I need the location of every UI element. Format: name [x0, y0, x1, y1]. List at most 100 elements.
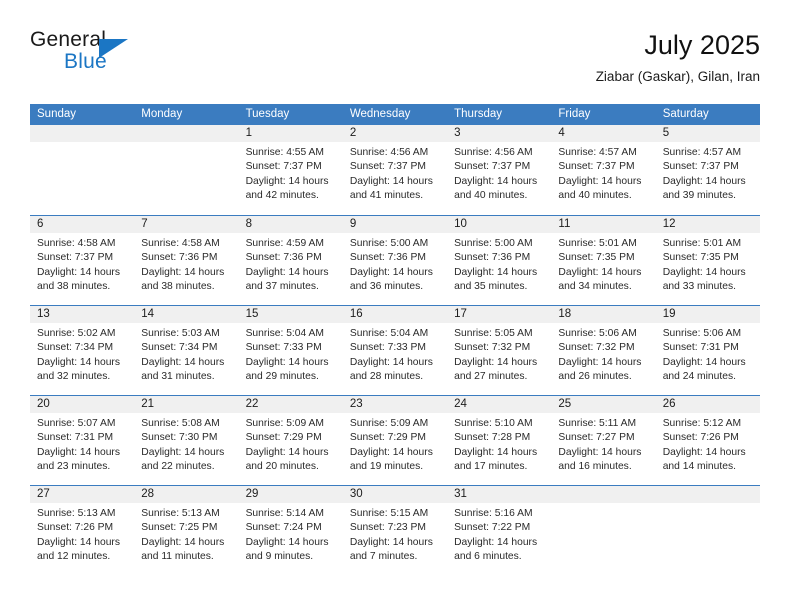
day-number: 25	[558, 398, 572, 410]
day-cell-8[interactable]: 8 Sunrise: 4:59 AM Sunset: 7:36 PM Daylight…	[239, 216, 343, 305]
sun-info-line: Daylight: 14 hours	[454, 446, 538, 458]
sun-info-line: Sunset: 7:26 PM	[37, 522, 114, 534]
calendar-week-row: 1 Sunrise: 4:55 AM Sunset: 7:37 PM Daylight…	[30, 125, 760, 215]
sun-info-line: and 27 minutes.	[454, 371, 528, 383]
day-cell-29[interactable]: 29 Sunrise: 5:14 AM Sunset: 7:24 PM Dayligh…	[239, 486, 343, 575]
sun-info-line: Sunrise: 4:57 AM	[558, 147, 637, 158]
sun-info: Sunrise: 4:57 AM Sunset: 7:37 PM Daylight:…	[558, 146, 652, 204]
day-cell-1[interactable]: 1 Sunrise: 4:55 AM Sunset: 7:37 PM Daylight…	[239, 125, 343, 215]
sun-info: Sunrise: 5:15 AM Sunset: 7:23 PM Daylight:…	[350, 507, 444, 565]
day-cell-27[interactable]: 27 Sunrise: 5:13 AM Sunset: 7:26 PM Dayligh…	[30, 486, 134, 575]
sun-info-line: Sunrise: 5:15 AM	[349, 508, 429, 519]
day-cell-2[interactable]: 2 Sunrise: 4:56 AM Sunset: 7:37 PM Daylight…	[343, 125, 447, 215]
day-cell-28[interactable]: 28 Sunrise: 5:13 AM Sunset: 7:25 PM Dayligh…	[134, 486, 238, 575]
day-cell-15[interactable]: 15 Sunrise: 5:04 AM Sunset: 7:33 PM Dayligh…	[239, 306, 343, 395]
sun-info: Sunrise: 4:56 AM Sunset: 7:37 PM Daylight:…	[350, 146, 444, 204]
weekday-header-wednesday: Wednesday	[349, 108, 411, 120]
sun-info-line: Sunrise: 5:00 AM	[349, 238, 429, 249]
day-cell-11[interactable]: 11 Sunrise: 5:01 AM Sunset: 7:35 PM Dayligh…	[551, 216, 655, 305]
sun-info-line: Sunset: 7:37 PM	[454, 161, 531, 173]
sun-info-line: and 20 minutes.	[245, 461, 319, 473]
sun-info-line: Daylight: 14 hours	[349, 446, 433, 458]
day-number: 29	[245, 488, 259, 500]
sun-info-line: Daylight: 14 hours	[662, 446, 746, 458]
sun-info-line: and 41 minutes.	[349, 190, 424, 202]
sun-info-line: Daylight: 14 hours	[349, 356, 433, 368]
day-cell-17[interactable]: 17 Sunrise: 5:05 AM Sunset: 7:32 PM Dayligh…	[447, 306, 551, 395]
day-cell-18[interactable]: 18 Sunrise: 5:06 AM Sunset: 7:32 PM Dayligh…	[551, 306, 655, 395]
sun-info-line: Sunrise: 5:09 AM	[245, 418, 324, 429]
day-cell-6[interactable]: 6 Sunrise: 4:58 AM Sunset: 7:37 PM Daylight…	[30, 216, 134, 305]
page-title: July 2025	[644, 30, 760, 60]
sun-info-line: and 39 minutes.	[662, 190, 736, 202]
day-number: 6	[37, 218, 44, 230]
sun-info-line: Daylight: 14 hours	[37, 356, 120, 368]
page-header: General Blue July 2025 Ziabar (Gaskar), …	[30, 28, 760, 94]
sun-info-line: Sunrise: 5:13 AM	[37, 508, 116, 519]
day-number	[558, 486, 652, 503]
day-cell-24[interactable]: 24 Sunrise: 5:10 AM Sunset: 7:28 PM Dayligh…	[447, 396, 551, 485]
day-number: 31	[454, 488, 467, 500]
sun-info-line: Daylight: 14 hours	[558, 446, 642, 458]
sun-info-line: Sunrise: 5:04 AM	[245, 328, 324, 339]
day-cell-empty	[551, 486, 655, 575]
day-cell-19[interactable]: 19 Sunrise: 5:06 AM Sunset: 7:31 PM Dayligh…	[656, 306, 760, 395]
sun-info-line: and 14 minutes.	[662, 461, 736, 473]
day-cell-14[interactable]: 14 Sunrise: 5:03 AM Sunset: 7:34 PM Dayligh…	[134, 306, 238, 395]
day-cell-9[interactable]: 9 Sunrise: 5:00 AM Sunset: 7:36 PM Daylight…	[343, 216, 447, 305]
day-number: 9	[349, 218, 357, 230]
day-cell-26[interactable]: 26 Sunrise: 5:12 AM Sunset: 7:26 PM Dayligh…	[656, 396, 760, 485]
sun-info-line: Sunset: 7:34 PM	[141, 342, 218, 354]
sun-info-line: Sunset: 7:29 PM	[349, 432, 426, 444]
sun-info-line: Sunrise: 5:06 AM	[558, 328, 637, 339]
sun-info: Sunrise: 5:09 AM Sunset: 7:29 PM Daylight:…	[350, 417, 444, 475]
day-cell-13[interactable]: 13 Sunrise: 5:02 AM Sunset: 7:34 PM Dayligh…	[30, 306, 134, 395]
sun-info-line: and 26 minutes.	[558, 371, 632, 383]
calendar-week-row: 27 Sunrise: 5:13 AM Sunset: 7:26 PM Dayligh…	[30, 485, 760, 575]
sun-info-line: Daylight: 14 hours	[245, 266, 329, 278]
generalblue-logo[interactable]: General Blue	[30, 28, 230, 86]
sun-info-line: Daylight: 14 hours	[349, 266, 433, 278]
sun-info: Sunrise: 5:04 AM Sunset: 7:33 PM Daylight:…	[246, 327, 340, 385]
day-cell-16[interactable]: 16 Sunrise: 5:04 AM Sunset: 7:33 PM Dayligh…	[343, 306, 447, 395]
sun-info-line: and 31 minutes.	[141, 371, 215, 383]
day-cell-30[interactable]: 30 Sunrise: 5:15 AM Sunset: 7:23 PM Dayligh…	[343, 486, 447, 575]
sun-info: Sunrise: 5:00 AM Sunset: 7:36 PM Daylight:…	[350, 237, 444, 295]
day-cell-4[interactable]: 4 Sunrise: 4:57 AM Sunset: 7:37 PM Daylight…	[551, 125, 655, 215]
sun-info-line: and 34 minutes.	[558, 281, 632, 293]
day-number: 7	[141, 218, 148, 230]
day-cell-23[interactable]: 23 Sunrise: 5:09 AM Sunset: 7:29 PM Dayligh…	[343, 396, 447, 485]
day-cell-12[interactable]: 12 Sunrise: 5:01 AM Sunset: 7:35 PM Dayligh…	[656, 216, 760, 305]
sun-info: Sunrise: 5:05 AM Sunset: 7:32 PM Daylight:…	[454, 327, 548, 385]
day-cell-7[interactable]: 7 Sunrise: 4:58 AM Sunset: 7:36 PM Daylight…	[134, 216, 238, 305]
sun-info: Sunrise: 5:01 AM Sunset: 7:35 PM Daylight:…	[663, 237, 757, 295]
sun-info-line: Daylight: 14 hours	[37, 446, 120, 458]
sun-info-line: Daylight: 14 hours	[558, 266, 642, 278]
calendar-week-row: 13 Sunrise: 5:02 AM Sunset: 7:34 PM Dayligh…	[30, 305, 760, 395]
day-cell-3[interactable]: 3 Sunrise: 4:56 AM Sunset: 7:37 PM Daylight…	[447, 125, 551, 215]
sun-info-line: Sunset: 7:36 PM	[245, 252, 322, 264]
day-cell-20[interactable]: 20 Sunrise: 5:07 AM Sunset: 7:31 PM Dayligh…	[30, 396, 134, 485]
week-cells: 20 Sunrise: 5:07 AM Sunset: 7:31 PM Dayligh…	[30, 396, 760, 485]
day-cell-empty	[134, 125, 238, 215]
sun-info-line: and 12 minutes.	[37, 551, 111, 563]
sun-info: Sunrise: 5:10 AM Sunset: 7:28 PM Daylight:…	[454, 417, 548, 475]
sun-info-line: Sunrise: 5:03 AM	[141, 328, 220, 339]
day-cell-empty	[656, 486, 760, 575]
day-number: 2	[349, 127, 357, 139]
day-cell-5[interactable]: 5 Sunrise: 4:57 AM Sunset: 7:37 PM Daylight…	[656, 125, 760, 215]
day-cell-22[interactable]: 22 Sunrise: 5:09 AM Sunset: 7:29 PM Dayligh…	[239, 396, 343, 485]
calendar-week-row: 6 Sunrise: 4:58 AM Sunset: 7:37 PM Daylight…	[30, 215, 760, 305]
day-cell-21[interactable]: 21 Sunrise: 5:08 AM Sunset: 7:30 PM Dayligh…	[134, 396, 238, 485]
sun-info-line: Sunrise: 5:04 AM	[349, 328, 429, 339]
sun-info-line: and 37 minutes.	[245, 281, 319, 293]
sun-info-line: Sunset: 7:27 PM	[558, 432, 635, 444]
day-cell-31[interactable]: 31 Sunrise: 5:16 AM Sunset: 7:22 PM Dayligh…	[447, 486, 551, 575]
sun-info-line: Sunrise: 5:06 AM	[662, 328, 742, 339]
day-number: 10	[454, 218, 467, 230]
sun-info: Sunrise: 4:55 AM Sunset: 7:37 PM Daylight:…	[246, 146, 340, 204]
sun-info-line: Sunrise: 5:01 AM	[558, 238, 637, 249]
day-cell-25[interactable]: 25 Sunrise: 5:11 AM Sunset: 7:27 PM Dayligh…	[551, 396, 655, 485]
day-cell-10[interactable]: 10 Sunrise: 5:00 AM Sunset: 7:36 PM Dayligh…	[447, 216, 551, 305]
sun-info: Sunrise: 4:56 AM Sunset: 7:37 PM Daylight:…	[454, 146, 548, 204]
